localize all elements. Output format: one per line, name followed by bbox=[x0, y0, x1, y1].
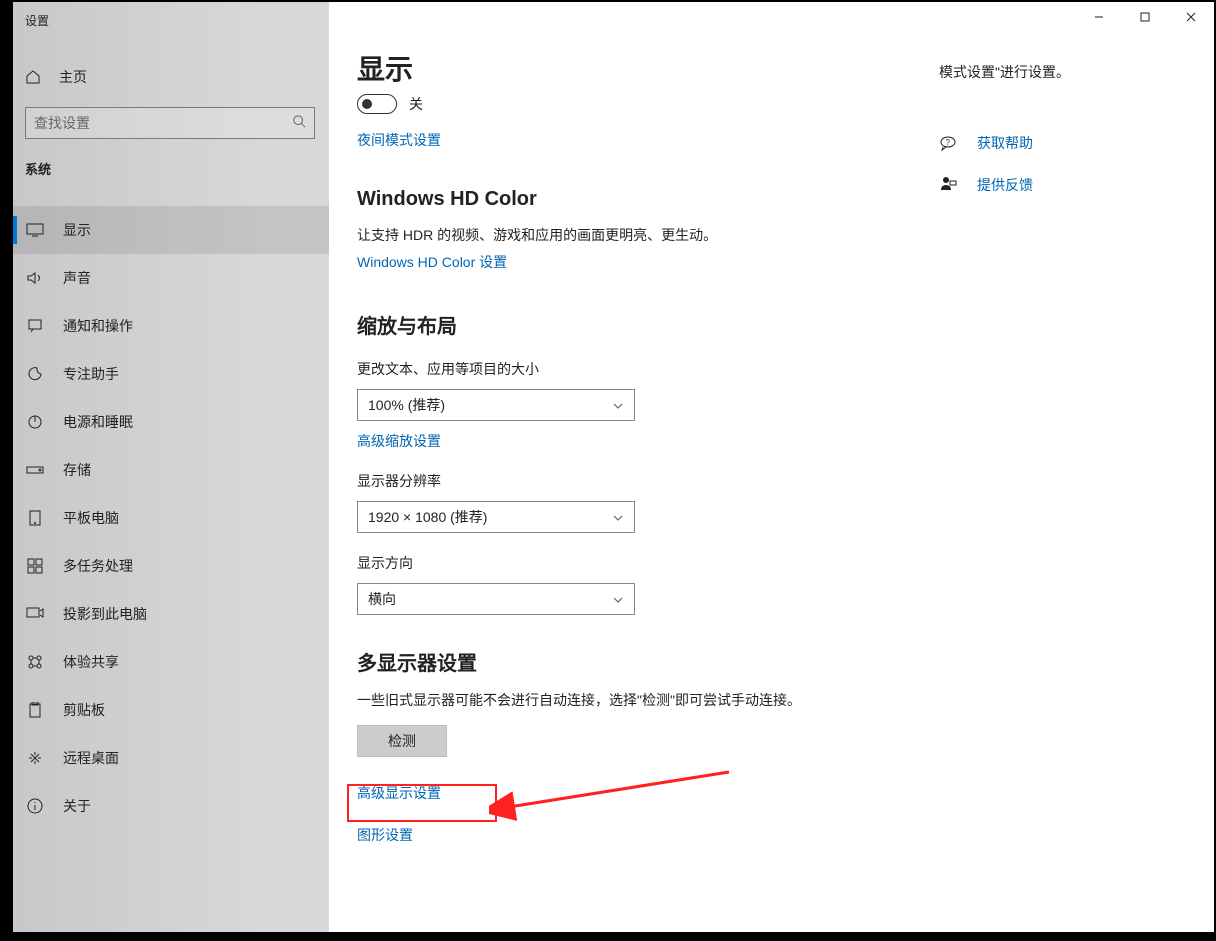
nav-label: 通知和操作 bbox=[63, 316, 133, 336]
hd-color-link[interactable]: Windows HD Color 设置 bbox=[357, 252, 507, 272]
scale-title: 缩放与布局 bbox=[357, 310, 914, 339]
feedback-link[interactable]: 提供反馈 bbox=[977, 175, 1033, 195]
nav-label: 平板电脑 bbox=[63, 508, 119, 528]
nav-item-power[interactable]: 电源和睡眠 bbox=[13, 398, 329, 446]
nav-label: 多任务处理 bbox=[63, 556, 133, 576]
sound-icon bbox=[25, 271, 45, 285]
home-icon bbox=[25, 69, 41, 85]
nav-label: 体验共享 bbox=[63, 652, 119, 672]
night-light-state: 关 bbox=[409, 94, 423, 114]
nav-label: 关于 bbox=[63, 796, 91, 816]
nav-item-notifications[interactable]: 通知和操作 bbox=[13, 302, 329, 350]
advanced-scale-link[interactable]: 高级缩放设置 bbox=[357, 431, 441, 451]
detect-button[interactable]: 检测 bbox=[357, 725, 447, 757]
nav-list: 显示 声音 通知和操作 专注助手 电源和睡眠 bbox=[13, 206, 329, 830]
titlebar-controls bbox=[1076, 2, 1214, 32]
resolution-dropdown[interactable]: 1920 × 1080 (推荐) bbox=[357, 501, 635, 533]
notification-icon bbox=[25, 318, 45, 334]
hd-color-title: Windows HD Color bbox=[357, 188, 914, 211]
search-field[interactable] bbox=[34, 115, 292, 131]
night-light-settings-link[interactable]: 夜间模式设置 bbox=[357, 130, 441, 150]
orientation-dropdown[interactable]: 横向 bbox=[357, 583, 635, 615]
graphics-settings-link[interactable]: 图形设置 bbox=[357, 825, 413, 845]
nav-label: 电源和睡眠 bbox=[63, 412, 133, 432]
close-button[interactable] bbox=[1168, 2, 1214, 32]
right-column: 模式设置"进行设置。 ? 获取帮助 提供反馈 bbox=[939, 62, 1209, 195]
maximize-button[interactable] bbox=[1122, 2, 1168, 32]
nav-item-sound[interactable]: 声音 bbox=[13, 254, 329, 302]
share-icon bbox=[25, 654, 45, 670]
advanced-display-link[interactable]: 高级显示设置 bbox=[357, 783, 441, 803]
chevron-down-icon bbox=[612, 509, 624, 525]
feedback-row[interactable]: 提供反馈 bbox=[939, 175, 1209, 195]
power-icon bbox=[25, 414, 45, 430]
settings-window: 设置 主页 系统 显示 bbox=[13, 2, 1214, 932]
orientation-value: 横向 bbox=[368, 589, 396, 609]
display-icon bbox=[25, 223, 45, 237]
storage-icon bbox=[25, 464, 45, 476]
right-text-fragment: 模式设置"进行设置。 bbox=[939, 62, 1209, 83]
nav-label: 剪贴板 bbox=[63, 700, 105, 720]
chevron-down-icon bbox=[612, 591, 624, 607]
nav-item-project[interactable]: 投影到此电脑 bbox=[13, 590, 329, 638]
nav-label: 存储 bbox=[63, 460, 91, 480]
nav-item-clipboard[interactable]: 剪贴板 bbox=[13, 686, 329, 734]
orientation-label: 显示方向 bbox=[357, 553, 914, 573]
sidebar: 设置 主页 系统 显示 bbox=[13, 2, 329, 932]
nav-item-about[interactable]: 关于 bbox=[13, 782, 329, 830]
help-icon: ? bbox=[939, 134, 961, 152]
focus-icon bbox=[25, 366, 45, 382]
nav-label: 远程桌面 bbox=[63, 748, 119, 768]
scale-label: 更改文本、应用等项目的大小 bbox=[357, 359, 914, 379]
svg-text:?: ? bbox=[946, 138, 951, 147]
nav-item-tablet[interactable]: 平板电脑 bbox=[13, 494, 329, 542]
multi-desc: 一些旧式显示器可能不会进行自动连接，选择"检测"即可尝试手动连接。 bbox=[357, 690, 914, 711]
nav-label: 显示 bbox=[63, 220, 91, 240]
multi-title: 多显示器设置 bbox=[357, 647, 914, 676]
window-title: 设置 bbox=[13, 2, 329, 29]
hd-color-desc: 让支持 HDR 的视频、游戏和应用的画面更明亮、更生动。 bbox=[357, 225, 914, 246]
resolution-label: 显示器分辨率 bbox=[357, 471, 914, 491]
search-icon bbox=[292, 114, 306, 133]
tablet-icon bbox=[25, 510, 45, 526]
nav-item-share[interactable]: 体验共享 bbox=[13, 638, 329, 686]
nav-item-storage[interactable]: 存储 bbox=[13, 446, 329, 494]
nav-item-multitask[interactable]: 多任务处理 bbox=[13, 542, 329, 590]
help-row[interactable]: ? 获取帮助 bbox=[939, 133, 1209, 153]
nav-label: 声音 bbox=[63, 268, 91, 288]
project-icon bbox=[25, 607, 45, 621]
resolution-value: 1920 × 1080 (推荐) bbox=[368, 507, 487, 527]
minimize-button[interactable] bbox=[1076, 2, 1122, 32]
search-input[interactable] bbox=[25, 107, 315, 139]
clipboard-icon bbox=[25, 702, 45, 718]
scale-dropdown[interactable]: 100% (推荐) bbox=[357, 389, 635, 421]
night-light-toggle[interactable] bbox=[357, 94, 397, 114]
nav-item-remote[interactable]: 远程桌面 bbox=[13, 734, 329, 782]
content-area: 显示 关 夜间模式设置 Windows HD Color 让支持 HDR 的视频… bbox=[329, 2, 1214, 932]
nav-label: 投影到此电脑 bbox=[63, 604, 147, 624]
category-label: 系统 bbox=[13, 139, 329, 186]
remote-icon bbox=[25, 750, 45, 766]
help-link[interactable]: 获取帮助 bbox=[977, 133, 1033, 153]
page-title: 显示 bbox=[357, 48, 914, 88]
multitask-icon bbox=[25, 558, 45, 574]
nav-item-focus[interactable]: 专注助手 bbox=[13, 350, 329, 398]
home-button[interactable]: 主页 bbox=[13, 59, 329, 95]
nav-label: 专注助手 bbox=[63, 364, 119, 384]
feedback-icon bbox=[939, 176, 961, 194]
nav-item-display[interactable]: 显示 bbox=[13, 206, 329, 254]
home-label: 主页 bbox=[59, 67, 87, 87]
info-icon bbox=[25, 798, 45, 814]
chevron-down-icon bbox=[612, 397, 624, 413]
scale-value: 100% (推荐) bbox=[368, 395, 445, 415]
